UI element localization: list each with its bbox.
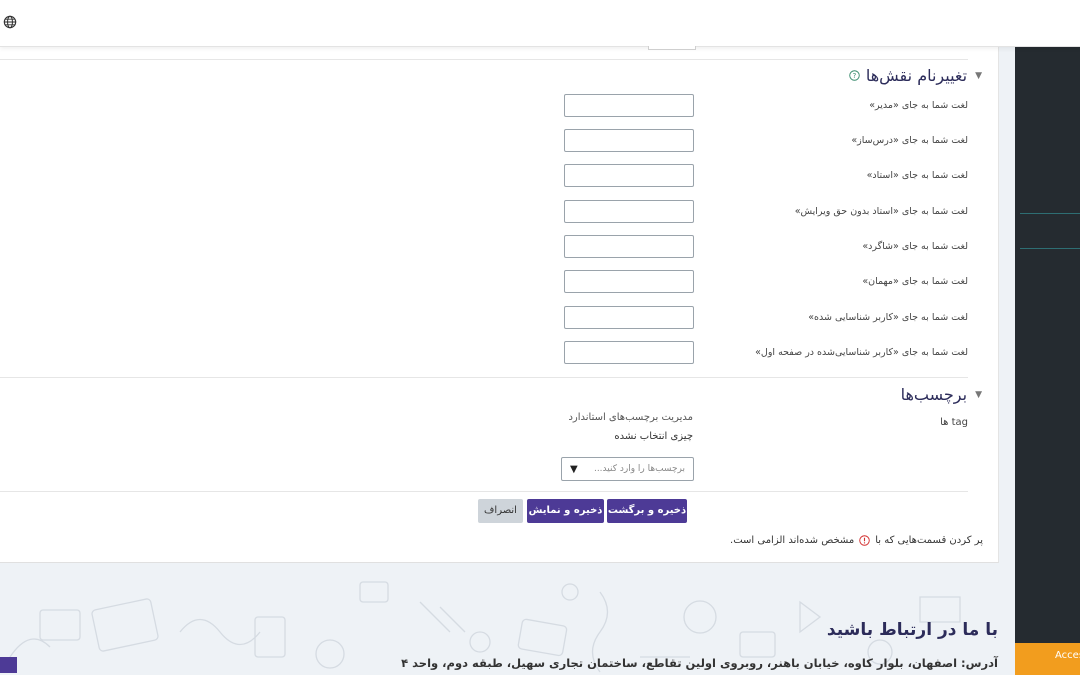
- cancel-button[interactable]: انصراف: [478, 499, 523, 523]
- top-bar: [0, 0, 1080, 47]
- required-fields-note: پر کردن قسمت‌هایی که با مشخص شده‌اند الز…: [730, 535, 983, 546]
- role-input-coursecreator[interactable]: [564, 129, 694, 152]
- required-note-before: پر کردن قسمت‌هایی که با: [875, 535, 983, 546]
- panel-divider: [1020, 248, 1080, 249]
- section-title: تغییرنام نقش‌ها: [865, 66, 968, 85]
- role-label-manager: لغت شما به جای «مدیر»: [869, 100, 968, 111]
- required-note-after: مشخص شده‌اند الزامی است.: [730, 535, 855, 546]
- tags-autocomplete-input[interactable]: ▼ برچسب‌ها را وارد کنید...: [561, 457, 694, 481]
- save-and-display-button[interactable]: ذخیره و نمایش: [527, 499, 604, 523]
- role-label-noneditingteacher: لغت شما به جای «استاد بدون حق ویرایش»: [794, 206, 968, 217]
- role-input-user[interactable]: [564, 306, 694, 329]
- contact-us-title: با ما در ارتباط باشید: [826, 620, 998, 640]
- right-drawer-panel: [1015, 46, 1080, 675]
- role-input-noneditingteacher[interactable]: [564, 200, 694, 223]
- accessibility-button[interactable]: Accessibility: [1015, 643, 1080, 675]
- tags-header[interactable]: ▼ برچسب‌ها: [901, 385, 982, 404]
- manage-standard-tags-link[interactable]: مدیریت برچسب‌های استاندارد: [568, 412, 693, 423]
- role-label-teacher: لغت شما به جای «استاد»: [866, 170, 968, 181]
- divider: [0, 491, 968, 492]
- footer-address: آدرس: اصفهان، بلوار کاوه، خیابان باهنر، …: [401, 656, 998, 670]
- role-label-student: لغت شما به جای «شاگرد»: [862, 241, 968, 252]
- role-input-teacher[interactable]: [564, 164, 694, 187]
- role-label-guest: لغت شما به جای «مهمان»: [862, 276, 968, 287]
- role-label-user: لغت شما به جای «کاربر شناسایی شده»: [808, 312, 968, 323]
- role-input-student[interactable]: [564, 235, 694, 258]
- course-settings-form: [0, 46, 999, 563]
- globe-icon[interactable]: [3, 14, 17, 33]
- divider: [0, 377, 968, 378]
- role-input-guest[interactable]: [564, 270, 694, 293]
- save-and-return-button[interactable]: ذخیره و برگشت: [607, 499, 687, 523]
- divider: [0, 59, 968, 60]
- tags-placeholder: برچسب‌ها را وارد کنید...: [593, 464, 685, 474]
- left-edge-tab[interactable]: [0, 657, 17, 673]
- role-label-frontpage: لغت شما به جای «کاربر شناسایی‌شده در صفح…: [755, 347, 968, 358]
- rename-roles-header[interactable]: ▼ تغییرنام نقش‌ها ?: [849, 66, 982, 85]
- role-input-frontpage[interactable]: [564, 341, 694, 364]
- question-circle-icon[interactable]: ?: [849, 70, 860, 81]
- section-title: برچسب‌ها: [900, 385, 968, 404]
- dropdown-arrow-icon[interactable]: ▼: [570, 464, 578, 475]
- nothing-selected-text: چیزی انتخاب نشده: [614, 431, 693, 442]
- chevron-down-icon: ▼: [975, 70, 982, 81]
- panel-divider: [1020, 213, 1080, 214]
- required-icon: [859, 535, 870, 546]
- partial-input-above: [648, 46, 696, 50]
- tags-field-label: tag ها: [940, 417, 968, 428]
- chevron-down-icon: ▼: [975, 389, 982, 400]
- role-label-coursecreator: لغت شما به جای «درس‌ساز»: [851, 135, 968, 146]
- svg-text:?: ?: [853, 72, 857, 80]
- role-input-manager[interactable]: [564, 94, 694, 117]
